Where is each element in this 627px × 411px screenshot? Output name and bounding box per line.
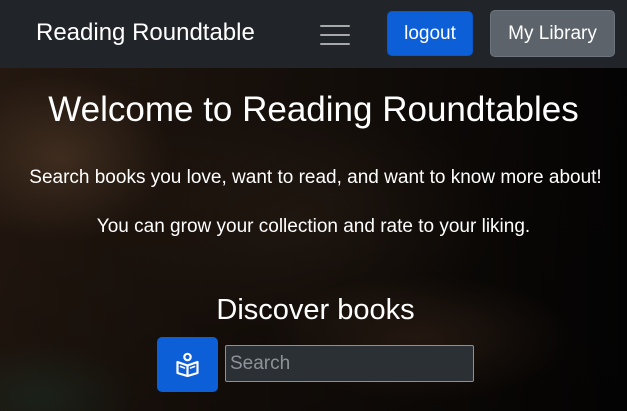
book-reader-icon: [176, 352, 199, 377]
search-button[interactable]: [157, 337, 218, 392]
logout-button[interactable]: logout: [387, 11, 473, 56]
intro-text: Search books you love, want to read, and…: [29, 167, 602, 188]
navbar-brand[interactable]: Reading Roundtable: [36, 18, 255, 48]
hamburger-icon-bar: [320, 43, 350, 45]
navbar-toggler-button[interactable]: [312, 14, 358, 54]
my-library-button[interactable]: My Library: [490, 10, 615, 57]
navbar: Reading Roundtable logout My Library: [0, 0, 627, 68]
page-title: Welcome to Reading Roundtables: [48, 90, 579, 129]
search-input[interactable]: [225, 345, 474, 382]
discover-heading: Discover books: [216, 294, 415, 326]
hamburger-icon-bar: [320, 34, 350, 36]
hamburger-icon-bar: [320, 25, 350, 27]
intro-text-secondary: You can grow your collection and rate to…: [96, 216, 531, 237]
